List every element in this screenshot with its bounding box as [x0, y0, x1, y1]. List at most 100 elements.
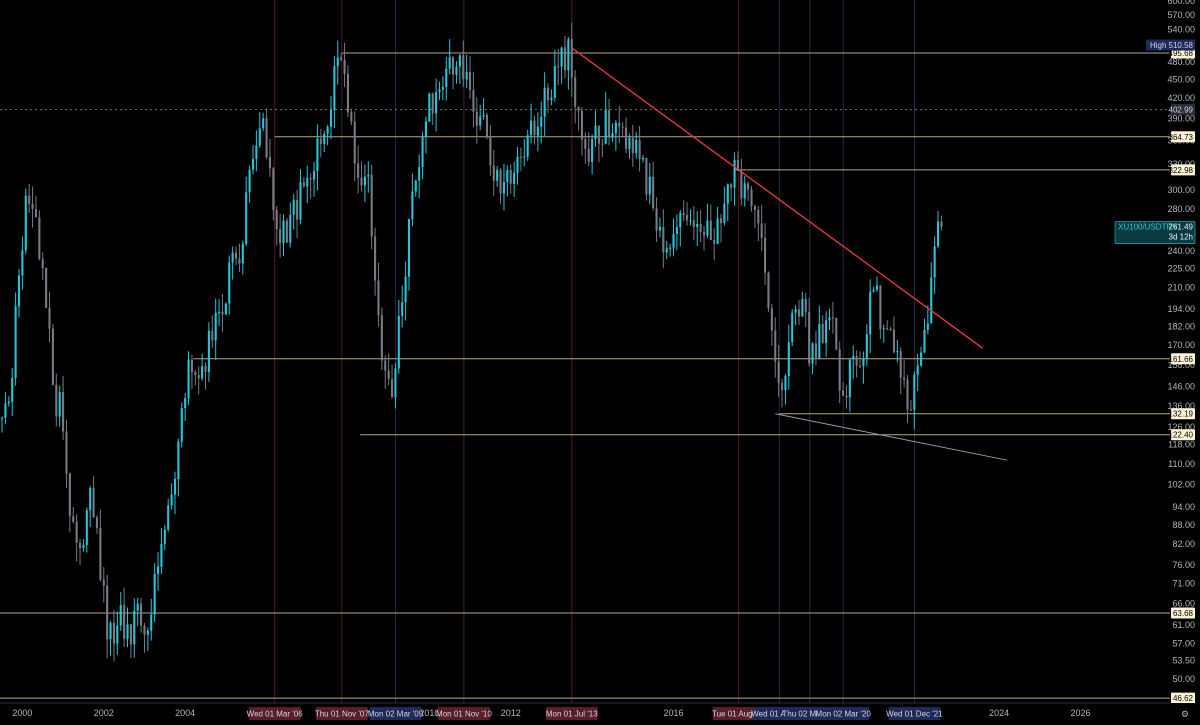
candle-body — [913, 374, 916, 410]
candle-body — [201, 366, 204, 379]
candle-body — [194, 372, 197, 376]
candle-body — [390, 379, 394, 398]
chart-svg: 600.00570.00540.00510.00480.00450.00420.… — [0, 0, 1200, 725]
candle-body — [804, 299, 807, 313]
candle-body — [811, 343, 814, 364]
candle-body — [221, 311, 224, 315]
level-tag: 63.68 — [1173, 609, 1194, 618]
candle-body — [926, 323, 929, 331]
y-tick-label: 280.00 — [1167, 204, 1195, 214]
y-tick-label: 50.00 — [1172, 674, 1195, 684]
candle-body — [163, 529, 166, 544]
candle-body — [686, 215, 689, 221]
y-tick-label: 53.50 — [1172, 656, 1195, 666]
y-tick-label: 102.00 — [1167, 479, 1195, 489]
chart-background — [0, 0, 1200, 725]
candle-body — [407, 219, 411, 277]
candle-body — [231, 252, 234, 263]
candle-body — [214, 312, 217, 341]
candle-body — [933, 246, 936, 278]
candle-body — [404, 276, 407, 303]
candle-body — [713, 240, 716, 244]
candle-body — [825, 320, 828, 343]
candle-body — [251, 158, 255, 170]
candle-body — [394, 368, 397, 398]
candle-body — [767, 272, 770, 309]
candle-body — [424, 121, 427, 137]
chart-area[interactable]: 600.00570.00540.00510.00480.00450.00420.… — [0, 0, 1200, 725]
y-tick-label: 71.00 — [1172, 578, 1195, 588]
candle-body — [452, 57, 455, 75]
candle-body — [821, 323, 824, 343]
candle-body — [323, 133, 326, 144]
y-tick-label: 110.00 — [1168, 459, 1195, 469]
y-tick-label: 118.00 — [1168, 440, 1195, 450]
candle-body — [309, 178, 312, 180]
candle-body — [384, 360, 387, 371]
settings-gear-icon[interactable]: ⚙ — [1181, 709, 1189, 719]
x-tick-label: 2004 — [175, 708, 195, 718]
candle-body — [709, 220, 712, 241]
candle-body — [896, 351, 899, 353]
candle-body — [95, 517, 99, 528]
candle-body — [45, 267, 48, 308]
candle-body — [496, 169, 499, 181]
candle-body — [892, 329, 895, 353]
x-tick-label: 2012 — [501, 708, 521, 718]
candle-body — [835, 318, 838, 350]
x-tick-label: 2026 — [1070, 708, 1090, 718]
candle-body — [275, 210, 278, 230]
candle-body — [743, 183, 746, 199]
candle-body — [282, 220, 285, 244]
candle-body — [143, 625, 146, 635]
level-tag: 46.62 — [1173, 694, 1194, 703]
candle-body — [207, 330, 210, 372]
candle-body — [580, 110, 583, 140]
candle-body — [818, 323, 821, 358]
candle-body — [89, 488, 92, 511]
candle-body — [343, 60, 346, 74]
candle-body — [123, 605, 126, 639]
candle-body — [702, 231, 706, 236]
candle-body — [869, 291, 872, 335]
candle-body — [228, 262, 231, 304]
candle-body — [245, 192, 248, 244]
candle-body — [360, 177, 363, 186]
candle-body — [475, 111, 478, 126]
candle-body — [346, 73, 349, 113]
level-tag: 402.99 — [1169, 106, 1194, 115]
y-tick-label: 225.00 — [1167, 264, 1195, 274]
candle-body — [414, 180, 417, 192]
candle-body — [17, 275, 21, 307]
candle-body — [828, 317, 831, 321]
candle-body — [102, 579, 105, 586]
y-tick-label: 450.00 — [1167, 74, 1195, 84]
candle-body — [136, 603, 139, 611]
candle-body — [831, 317, 834, 319]
candle-body — [306, 178, 309, 187]
y-tick-label: 88.00 — [1172, 520, 1195, 530]
candle-body — [730, 184, 733, 188]
candle-body — [160, 543, 163, 567]
candle-body — [784, 375, 787, 391]
candle-body — [119, 605, 122, 626]
y-tick-label: 61.00 — [1172, 620, 1195, 630]
candle-body — [28, 195, 31, 204]
event-tag-label: Mon 02 Mar '20 — [816, 710, 872, 719]
candle-body — [411, 191, 414, 220]
candle-body — [567, 39, 570, 71]
candle-body — [699, 223, 702, 232]
candle-body — [862, 358, 865, 367]
candle-body — [940, 221, 943, 228]
candle-body — [499, 169, 502, 194]
candle-body — [696, 223, 699, 227]
candle-body — [435, 91, 438, 114]
candle-body — [516, 156, 519, 173]
candle-body — [523, 156, 526, 158]
candle-body — [302, 182, 305, 187]
candle-body — [292, 199, 295, 215]
event-tag-label: Mon 01 Jul '13 — [546, 710, 598, 719]
candle-body — [665, 248, 668, 253]
candle-body — [482, 115, 485, 117]
candle-body — [75, 521, 78, 543]
